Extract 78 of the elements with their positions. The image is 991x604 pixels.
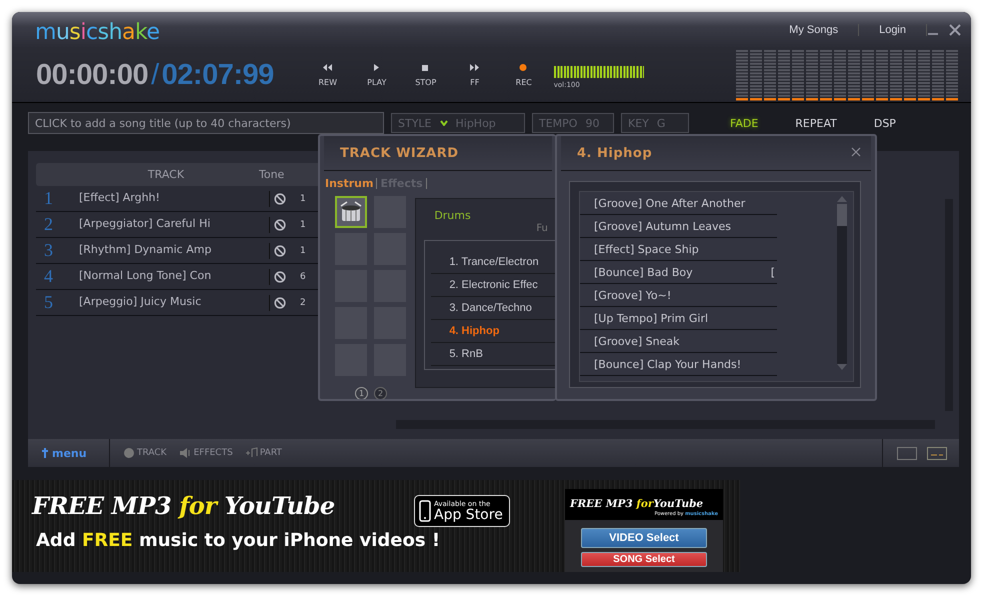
tone-value: 2	[300, 298, 306, 308]
item-text: [	[770, 266, 775, 278]
track-name[interactable]: [Normal Long Tone] Con	[79, 264, 259, 282]
select-button[interactable]: SONG Select	[581, 552, 707, 567]
transport-button[interactable]: REW	[308, 63, 348, 87]
instrument-slot[interactable]	[335, 196, 367, 228]
transport-button[interactable]: FF	[454, 63, 495, 87]
toggle-button[interactable]: REPEAT	[795, 116, 837, 130]
widget-title: FREE MP3 forYouTube	[570, 497, 704, 511]
time-display: 00:00:00/02:07:99	[36, 58, 274, 92]
category-label: Drums	[433, 209, 472, 222]
ad-headline: FREE MP3 for YouTube	[32, 492, 335, 520]
page-button[interactable]: 1	[355, 387, 368, 399]
dropdown-caret-icon	[440, 120, 448, 126]
window-layout-icon[interactable]	[897, 446, 917, 460]
drum-icon	[339, 201, 363, 223]
toolbar-button[interactable]: PART	[244, 447, 282, 459]
toolbar-button[interactable]: TRACK	[122, 447, 167, 459]
menu-icon	[42, 448, 49, 458]
column-header: TRACK	[146, 168, 186, 181]
track-number: 3	[43, 240, 54, 261]
mute-icon[interactable]	[274, 270, 286, 282]
header-link[interactable]: My Songs	[769, 24, 860, 36]
track-name[interactable]: [Arpeggio] Juicy Music	[79, 290, 259, 308]
track-number: 2	[43, 214, 54, 235]
track-icon	[122, 447, 135, 459]
part-icon	[244, 447, 258, 459]
select-button[interactable]: VIDEO Select	[581, 528, 707, 548]
panel-title: 4. Hiphop	[561, 136, 871, 171]
song-list-item[interactable]: [Groove] One After Another	[580, 192, 777, 215]
panel-layout-icon[interactable]	[927, 446, 947, 460]
record-icon	[518, 63, 530, 72]
transport-button[interactable]: STOP	[406, 63, 446, 87]
scrollbar-thumb[interactable]	[837, 204, 847, 226]
close-icon[interactable]	[949, 24, 961, 36]
volume-meter[interactable]	[554, 66, 644, 78]
toggle-button[interactable]: DSP	[874, 116, 896, 130]
mute-icon[interactable]	[274, 192, 286, 204]
ad-tagline: Add FREE music to your iPhone videos !	[36, 529, 442, 553]
song-list-item[interactable]: [Effect] Space Ship	[580, 238, 777, 261]
song-title-field[interactable]: CLICK to add a song title (up to 40 characters)	[28, 112, 384, 134]
dialog-title: TRACK WIZARD	[324, 136, 552, 171]
song-list-item[interactable]: [Bounce] Bad Boy [	[580, 261, 777, 284]
song-list-item[interactable]: [Groove] Yo~!	[580, 284, 777, 307]
phone-icon	[419, 500, 431, 522]
tone-value: 1	[300, 246, 306, 256]
column-header: Tone	[259, 168, 284, 181]
track-name[interactable]: [Rhythm] Dynamic Amp	[79, 238, 259, 256]
tab[interactable]: Instrum	[325, 177, 374, 190]
header-link[interactable]: Login	[859, 24, 927, 36]
tone-value: 1	[300, 220, 306, 230]
song-list-item[interactable]: [Groove] Autumn Leaves	[580, 215, 777, 238]
track-name[interactable]: [Arpeggiator] Careful Hi	[79, 212, 259, 230]
track-number: 4	[43, 266, 54, 287]
track-number: 5	[43, 292, 54, 313]
track-name[interactable]: [Effect] Arghh!	[79, 186, 259, 204]
song-list-item[interactable]: [Groove] Sneak	[580, 330, 777, 353]
mute-icon[interactable]	[274, 244, 286, 256]
song-list-item[interactable]: [Up Tempo] Prim Girl	[580, 307, 777, 330]
tone-value: 1	[300, 194, 306, 204]
transport-button[interactable]: PLAY	[356, 63, 397, 87]
page-button[interactable]: 2	[374, 387, 387, 399]
tone-value: 6	[300, 272, 306, 282]
song-list-item[interactable]: [Bounce] Clap Your Hands!	[580, 353, 777, 376]
fast-forward-icon	[469, 63, 480, 72]
menu-button[interactable]: menu	[28, 439, 110, 467]
category-label: Fu	[536, 223, 548, 234]
toggle-button[interactable]: FADE	[730, 116, 758, 130]
close-icon[interactable]	[851, 147, 861, 157]
effects-icon	[178, 447, 192, 459]
scroll-up-icon[interactable]	[837, 196, 847, 202]
toolbar-button[interactable]: EFFECTS	[178, 447, 233, 459]
transport-button[interactable]: REC	[504, 63, 544, 87]
rewind-icon	[322, 63, 334, 72]
logo: musicshake	[35, 20, 160, 44]
mute-icon[interactable]	[274, 296, 286, 308]
track-number: 1	[43, 188, 54, 209]
mute-icon[interactable]	[274, 218, 286, 230]
